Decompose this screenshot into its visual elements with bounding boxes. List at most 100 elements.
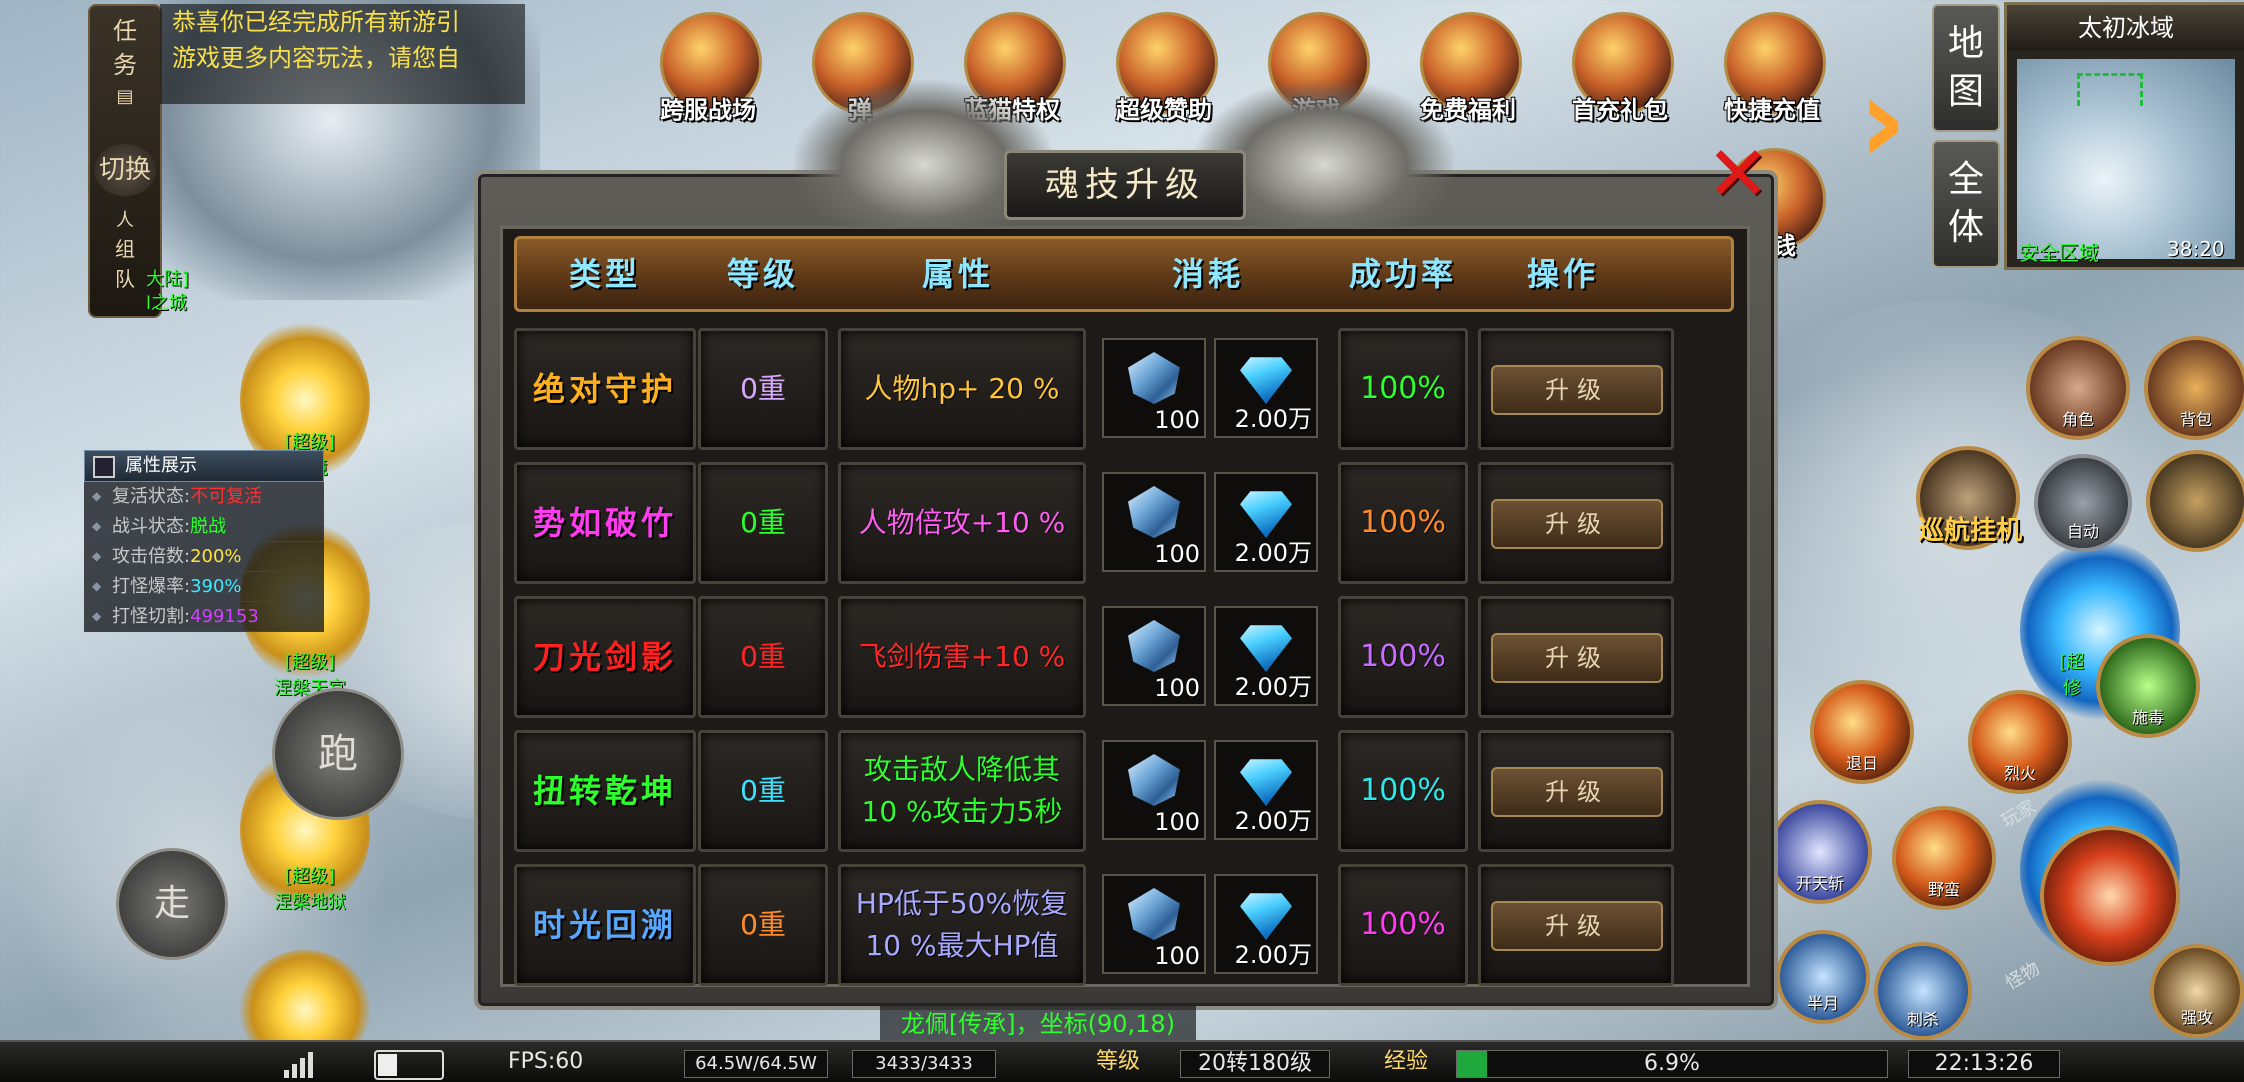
blue-diamond-icon <box>1240 759 1292 806</box>
success-rate-cell: 100% <box>1338 596 1468 718</box>
mp-value: 3433/3433 <box>852 1050 996 1078</box>
column-header-type: 类型 <box>568 255 641 293</box>
map-name: 太初冰域 <box>2007 5 2244 51</box>
upgrade-button[interactable]: 升级 <box>1491 365 1663 415</box>
character-button[interactable]: 角色 <box>2026 336 2130 440</box>
item-name: 龙佩[传承]，坐标(90,18) <box>900 1010 1176 1038</box>
skill-attribute-cell: 人物hp+ 20 % <box>838 328 1086 450</box>
collapse-icon[interactable] <box>93 456 115 478</box>
exp-percent: 6.9% <box>1644 1051 1700 1076</box>
skill-button[interactable]: 退日 <box>1810 680 1914 784</box>
target-monster-tab[interactable]: 怪物 <box>2000 955 2044 996</box>
map-buttons: 地 图 全 体 <box>1932 4 2000 268</box>
quest-message[interactable]: 恭喜你已经完成所有新游引 游戏更多内容玩法，请您自 <box>160 4 525 104</box>
ice-crystal-icon <box>1128 620 1180 672</box>
crystal-cost-item[interactable]: 100 <box>1102 338 1206 438</box>
success-rate-cell: 100% <box>1338 730 1468 852</box>
item-count: 100 <box>1154 540 1200 568</box>
item-count: 2.00万 <box>1234 405 1312 433</box>
quick-recharge-button[interactable]: 快捷充值 <box>1712 12 1832 127</box>
blue-diamond-icon <box>1240 625 1292 672</box>
diamond-cost-item[interactable]: 2.00万 <box>1214 874 1318 974</box>
chevron-right-icon[interactable]: › <box>1858 62 1907 182</box>
upgrade-button[interactable]: 升级 <box>1491 633 1663 683</box>
switch-button[interactable]: 切换 <box>94 144 156 196</box>
skill-level-cell: 0重 <box>698 730 828 852</box>
table-row: 扭转乾坤 0重 攻击敌人降低其 10 %攻击力5秒 100 2.00万 100% 升级 <box>514 730 1728 854</box>
table-row: 绝对守护 0重 人物hp+ 20 % 100 2.00万 100% 升级 <box>514 328 1728 452</box>
run-button[interactable]: 跑 <box>272 688 404 820</box>
blue-diamond-icon <box>1240 357 1292 404</box>
diamond-cost-item[interactable]: 2.00万 <box>1214 606 1318 706</box>
attribute-line: 10 %攻击力5秒 <box>861 795 1063 828</box>
column-header-attribute: 属性 <box>921 255 994 293</box>
safe-zone-label: 安全区域 <box>2019 241 2099 265</box>
item-count: 100 <box>1154 674 1200 702</box>
map-path-marker <box>2077 73 2143 106</box>
attribute-row: 复活状态:不可复活 <box>84 482 324 512</box>
bag-button[interactable]: 背包 <box>2144 336 2244 440</box>
action-cell: 升级 <box>1478 864 1674 986</box>
map-button[interactable]: 地 图 <box>1932 4 2000 132</box>
attribute-line: HP低于50%恢复 <box>855 887 1069 920</box>
crystal-cost-item[interactable]: 100 <box>1102 740 1206 840</box>
level-label: 等级 <box>1096 1049 1141 1074</box>
first-recharge-gift-button[interactable]: 首充礼包 <box>1560 12 1680 127</box>
skill-cost-cell: 100 2.00万 <box>1088 864 1330 980</box>
minimap[interactable]: 太初冰域 安全区域 38:20 <box>2004 2 2244 270</box>
main-attack-button[interactable] <box>2040 826 2180 966</box>
quest-tab-button[interactable]: 任 务 <box>90 14 160 82</box>
item-count: 100 <box>1154 942 1200 970</box>
hp-value: 64.5W/64.5W <box>684 1050 828 1078</box>
attribute-line: 攻击敌人降低其 <box>863 753 1060 786</box>
skill-button[interactable]: 强攻 <box>2150 944 2244 1038</box>
skill-button[interactable]: 半月 <box>1776 930 1870 1024</box>
close-icon[interactable]: ✕ <box>1702 136 1774 212</box>
attribute-row: 攻击倍数:200% <box>84 542 324 572</box>
cross-server-battle-button[interactable]: 跨服战场 <box>648 12 768 127</box>
attribute-panel-header[interactable]: 属性展示 <box>84 450 324 482</box>
upgrade-button[interactable]: 升级 <box>1491 767 1663 817</box>
crystal-cost-item[interactable]: 100 <box>1102 606 1206 706</box>
diamond-cost-item[interactable]: 2.00万 <box>1214 740 1318 840</box>
skill-button[interactable]: 施毒 <box>2096 634 2200 738</box>
skill-button[interactable]: 开天斩 <box>1768 800 1872 904</box>
blue-diamond-icon <box>1240 491 1292 538</box>
ice-crystal-icon <box>1128 486 1180 538</box>
skill-button[interactable]: 野蛮 <box>1892 806 1996 910</box>
skill-level-cell: 0重 <box>698 596 828 718</box>
crystal-cost-item[interactable]: 100 <box>1102 874 1206 974</box>
ice-crystal-icon <box>1128 754 1180 806</box>
map-timer: 38:20 <box>2167 237 2225 261</box>
skill-type-cell: 势如破竹 <box>514 462 696 584</box>
upgrade-button[interactable]: 升级 <box>1491 901 1663 951</box>
shuriken-skill-button[interactable] <box>2146 450 2244 552</box>
skill-cost-cell: 100 2.00万 <box>1088 328 1330 444</box>
scroll-icon: ▤ <box>116 86 134 107</box>
attribute-line: 飞剑伤害+10 % <box>858 640 1066 673</box>
upgrade-button[interactable]: 升级 <box>1491 499 1663 549</box>
success-rate-cell: 100% <box>1338 462 1468 584</box>
ice-crystal-icon <box>1128 888 1180 940</box>
diamond-cost-item[interactable]: 2.00万 <box>1214 472 1318 572</box>
level-value: 20转180级 <box>1180 1050 1330 1078</box>
item-count: 100 <box>1154 808 1200 836</box>
quest-line: 恭喜你已经完成所有新游引 <box>172 8 460 36</box>
walk-button[interactable]: 走 <box>116 848 228 960</box>
attribute-line: 人物倍攻+10 % <box>858 506 1066 539</box>
all-channel-button[interactable]: 全 体 <box>1932 140 2000 268</box>
attribute-row: 打怪爆率:390% <box>84 572 324 602</box>
column-header-success-rate: 成功率 <box>1348 255 1457 293</box>
crystal-cost-item[interactable]: 100 <box>1102 472 1206 572</box>
skill-button[interactable]: 烈火 <box>1968 690 2072 794</box>
clock: 22:13:26 <box>1908 1050 2060 1078</box>
skill-level-cell: 0重 <box>698 864 828 986</box>
minimap-view[interactable] <box>2017 59 2235 259</box>
skill-type-cell: 扭转乾坤 <box>514 730 696 852</box>
location-tag: 大陆] l之城 <box>146 269 190 314</box>
item-count: 2.00万 <box>1234 673 1312 701</box>
skill-button[interactable]: 刺杀 <box>1874 942 1972 1040</box>
attribute-row: 战斗状态:脱战 <box>84 512 324 542</box>
diamond-cost-item[interactable]: 2.00万 <box>1214 338 1318 438</box>
auto-button[interactable]: 自动 <box>2034 454 2132 552</box>
